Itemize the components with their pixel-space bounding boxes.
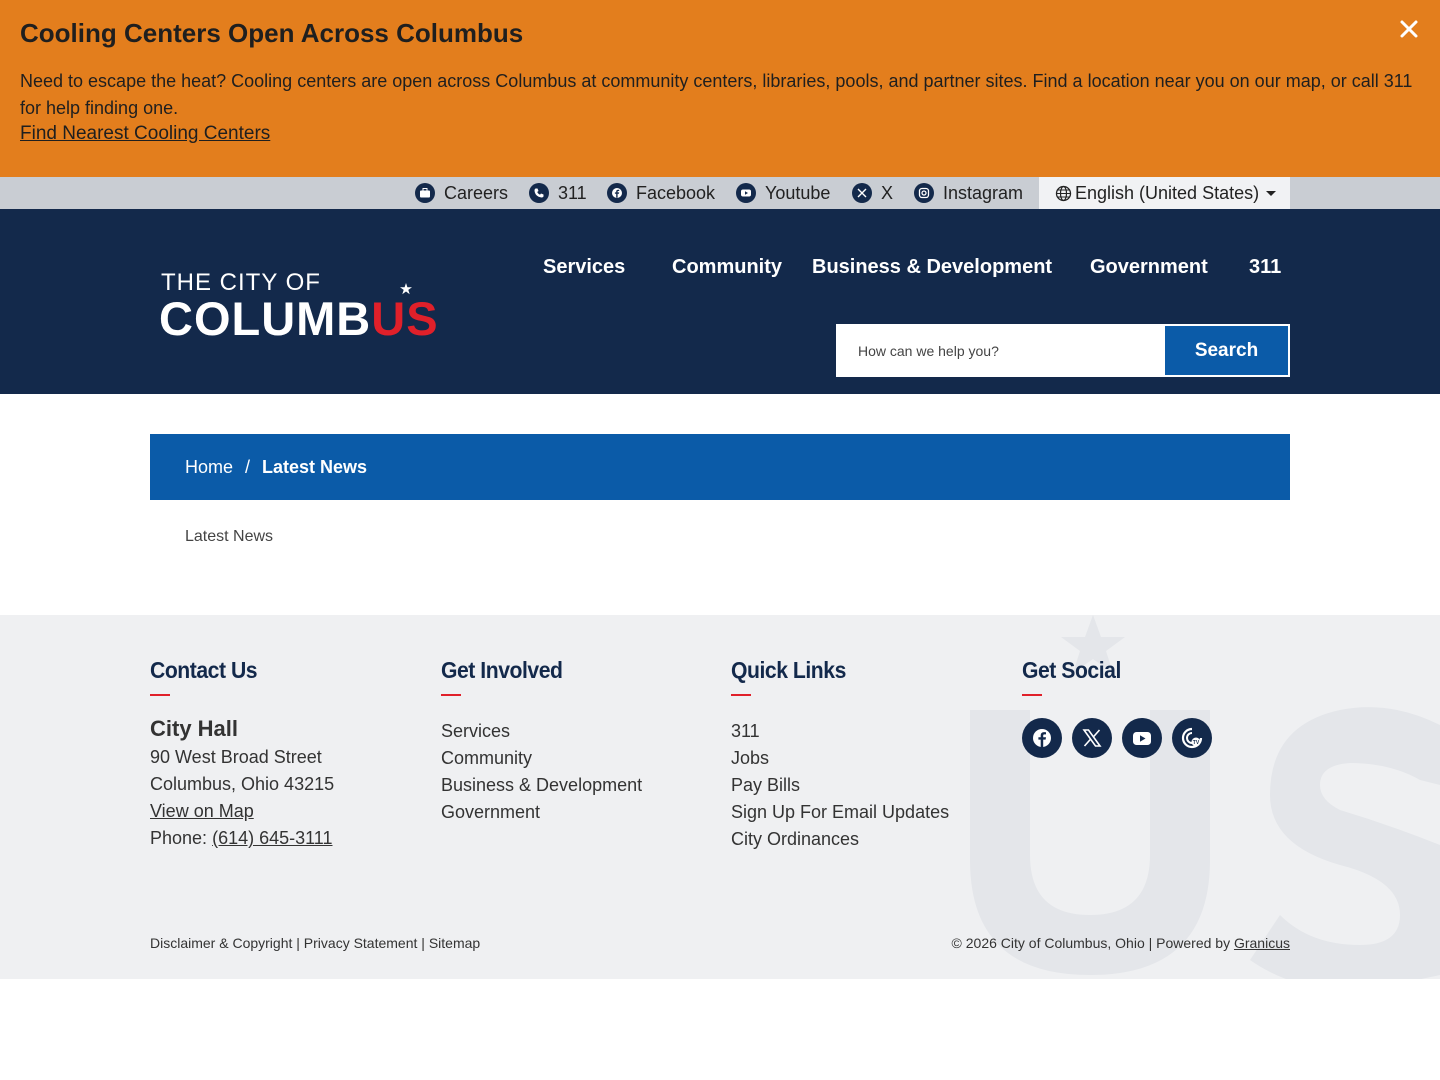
breadcrumb-separator: / — [245, 456, 251, 477]
utility-link-facebook[interactable]: Facebook — [607, 177, 715, 209]
breadcrumb: Home / Latest News — [150, 434, 1290, 500]
search-button[interactable]: Search — [1165, 326, 1288, 375]
footer-link-business-development[interactable]: Business & Development — [441, 772, 642, 799]
alert-banner: Cooling Centers Open Across Columbus Nee… — [0, 0, 1440, 177]
utility-link-instagram[interactable]: Instagram — [914, 177, 1023, 209]
heading-accent — [731, 694, 751, 696]
heading-accent — [441, 694, 461, 696]
footer-heading: Get Social — [1022, 657, 1121, 683]
view-on-map-link[interactable]: View on Map — [150, 801, 254, 821]
alert-title: Cooling Centers Open Across Columbus — [20, 18, 524, 48]
footer-contact: Contact Us City Hall 90 West Broad Stree… — [150, 657, 334, 852]
footer-heading: Get Involved — [441, 657, 563, 683]
footer-link-services[interactable]: Services — [441, 718, 642, 745]
star-icon — [400, 283, 412, 295]
breadcrumb-home[interactable]: Home — [185, 457, 233, 478]
utility-link-youtube[interactable]: Youtube — [736, 177, 830, 209]
utility-label: X — [881, 182, 894, 203]
breadcrumb-current: Latest News — [262, 456, 368, 477]
footer-link-pay-bills[interactable]: Pay Bills — [731, 772, 949, 799]
utility-label: Youtube — [765, 182, 831, 203]
utility-label: 311 — [558, 182, 587, 203]
contact-city: Columbus, Ohio 43215 — [150, 774, 335, 794]
utility-link-x[interactable]: X — [852, 177, 893, 209]
search-form: Search — [836, 324, 1290, 377]
utility-label: Careers — [444, 182, 509, 203]
nav-government[interactable]: Government — [1090, 256, 1208, 279]
footer-get-social: Get Social TV — [1022, 657, 1212, 758]
phone-link[interactable]: (614) 645-3111 — [212, 828, 332, 848]
youtube-icon — [736, 183, 756, 203]
cbus-tv-icon[interactable]: TV — [1172, 718, 1212, 758]
search-input[interactable] — [838, 326, 1164, 375]
facebook-icon[interactable] — [1022, 718, 1062, 758]
nav-services[interactable]: Services — [543, 256, 625, 279]
footer-link-city-ordinances[interactable]: City Ordinances — [731, 826, 949, 853]
youtube-icon[interactable] — [1122, 718, 1162, 758]
chevron-down-icon — [1266, 191, 1276, 196]
nav-business-development[interactable]: Business & Development — [812, 256, 1052, 279]
close-icon[interactable] — [1398, 14, 1420, 42]
utility-label: Facebook — [636, 182, 716, 203]
x-icon — [852, 183, 872, 203]
site-header: THE CITY OF COLUMBUS Services Community … — [0, 209, 1440, 394]
nav-community[interactable]: Community — [672, 256, 782, 279]
footer-link-community[interactable]: Community — [441, 745, 642, 772]
footer-copyright: © 2026 City of Columbus, Ohio | Powered … — [952, 935, 1290, 951]
site-footer: Contact Us City Hall 90 West Broad Stree… — [0, 615, 1440, 979]
footer-heading: Quick Links — [731, 657, 846, 683]
footer-legal-links: Disclaimer & Copyright | Privacy Stateme… — [150, 935, 481, 951]
instagram-icon — [914, 183, 934, 203]
utility-label: Instagram — [943, 182, 1024, 203]
heading-accent — [1022, 694, 1042, 696]
footer-link-email-updates[interactable]: Sign Up For Email Updates — [731, 799, 949, 826]
footer-heading: Contact Us — [150, 657, 258, 683]
utility-link-311[interactable]: 311 — [529, 177, 587, 209]
contact-street: 90 West Broad Street — [150, 747, 322, 767]
cooling-centers-link[interactable]: Find Nearest Cooling Centers — [20, 123, 270, 145]
language-label: English (United States) — [1075, 182, 1260, 203]
privacy-link[interactable]: Privacy Statement — [304, 935, 418, 951]
briefcase-icon — [415, 183, 435, 203]
granicus-link[interactable]: Granicus — [1234, 935, 1290, 951]
nav-311[interactable]: 311 — [1249, 256, 1281, 279]
language-select[interactable]: English (United States) — [1039, 177, 1290, 209]
utility-link-careers[interactable]: Careers — [415, 177, 508, 209]
facebook-icon — [607, 183, 627, 203]
disclaimer-link[interactable]: Disclaimer & Copyright — [150, 935, 292, 951]
footer-link-government[interactable]: Government — [441, 799, 642, 826]
svg-text:TV: TV — [1193, 740, 1200, 746]
city-logo[interactable]: THE CITY OF COLUMBUS — [159, 269, 459, 345]
copyright-text: © 2026 City of Columbus, Ohio | Powered … — [951, 935, 1234, 951]
footer-link-311[interactable]: 311 — [731, 718, 949, 745]
social-icons: TV — [1022, 718, 1212, 758]
sitemap-link[interactable]: Sitemap — [429, 935, 480, 951]
globe-icon — [1055, 185, 1072, 201]
x-icon[interactable] — [1072, 718, 1112, 758]
footer-quick-links: Quick Links 311 Jobs Pay Bills Sign Up F… — [731, 657, 949, 853]
heading-accent — [150, 694, 170, 696]
alert-body: Need to escape the heat? Cooling centers… — [20, 71, 1413, 118]
contact-name: City Hall — [150, 716, 239, 741]
phone-label: Phone: — [150, 828, 208, 848]
footer-link-jobs[interactable]: Jobs — [731, 745, 949, 772]
footer-get-involved: Get Involved Services Community Business… — [441, 657, 642, 826]
phone-icon — [529, 183, 549, 203]
logo-main-text: COLUMBUS — [159, 292, 439, 345]
page-title: Latest News — [185, 528, 274, 545]
